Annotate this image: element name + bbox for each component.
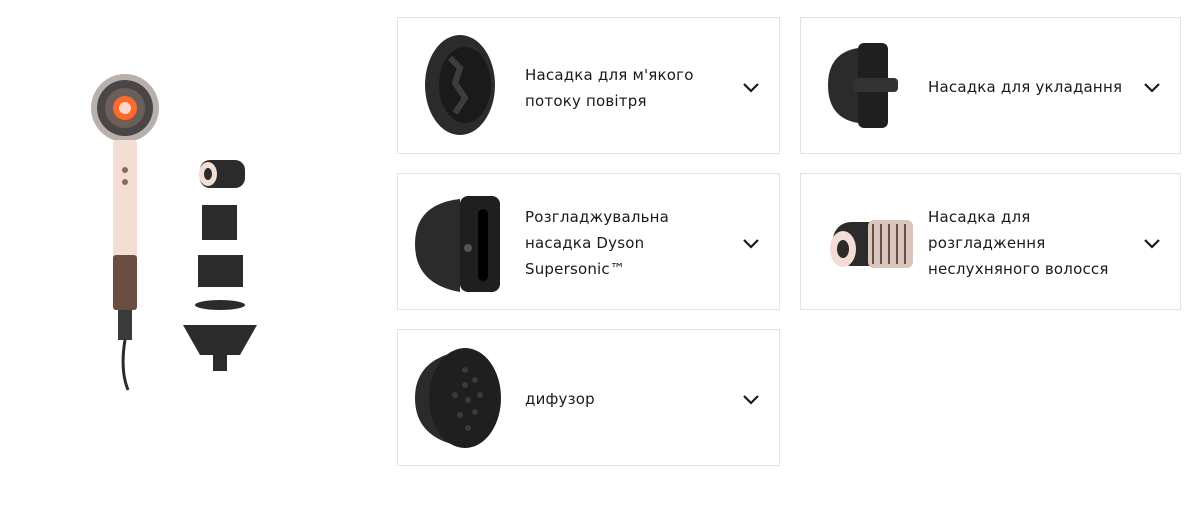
smoothing-nozzle-icon — [410, 184, 520, 299]
chevron-down-icon[interactable] — [741, 390, 761, 410]
chevron-down-icon[interactable] — [741, 78, 761, 98]
accessory-card-gentle-air[interactable]: Насадка для м'якого потоку повітря — [397, 17, 780, 154]
accessory-card-smoothing-nozzle[interactable]: Розгладжувальна насадка Dyson Supersonic… — [397, 173, 780, 310]
accessory-card-flyaway[interactable]: Насадка для розгладження неслухняного во… — [800, 173, 1181, 310]
accessory-label: Розгладжувальна насадка Dyson Supersonic… — [525, 208, 670, 278]
accessory-card-styling-concentrator[interactable]: Насадка для укладання — [800, 17, 1181, 154]
styling-concentrator-icon — [813, 28, 923, 143]
hair-dryer-product-image — [80, 60, 280, 410]
accessory-label: Насадка для розгладження неслухняного во… — [928, 208, 1109, 278]
accessory-label: Насадка для м'якого потоку повітря — [525, 66, 694, 110]
gentle-air-attachment-icon — [410, 28, 520, 143]
chevron-down-icon[interactable] — [1142, 234, 1162, 254]
flyaway-attachment-icon — [813, 184, 923, 299]
chevron-down-icon[interactable] — [741, 234, 761, 254]
accessory-label: дифузор — [525, 390, 595, 408]
accessory-card-diffuser[interactable]: дифузор — [397, 329, 780, 466]
diffuser-icon — [410, 340, 520, 455]
chevron-down-icon[interactable] — [1142, 78, 1162, 98]
accessory-label: Насадка для укладання — [928, 78, 1123, 96]
